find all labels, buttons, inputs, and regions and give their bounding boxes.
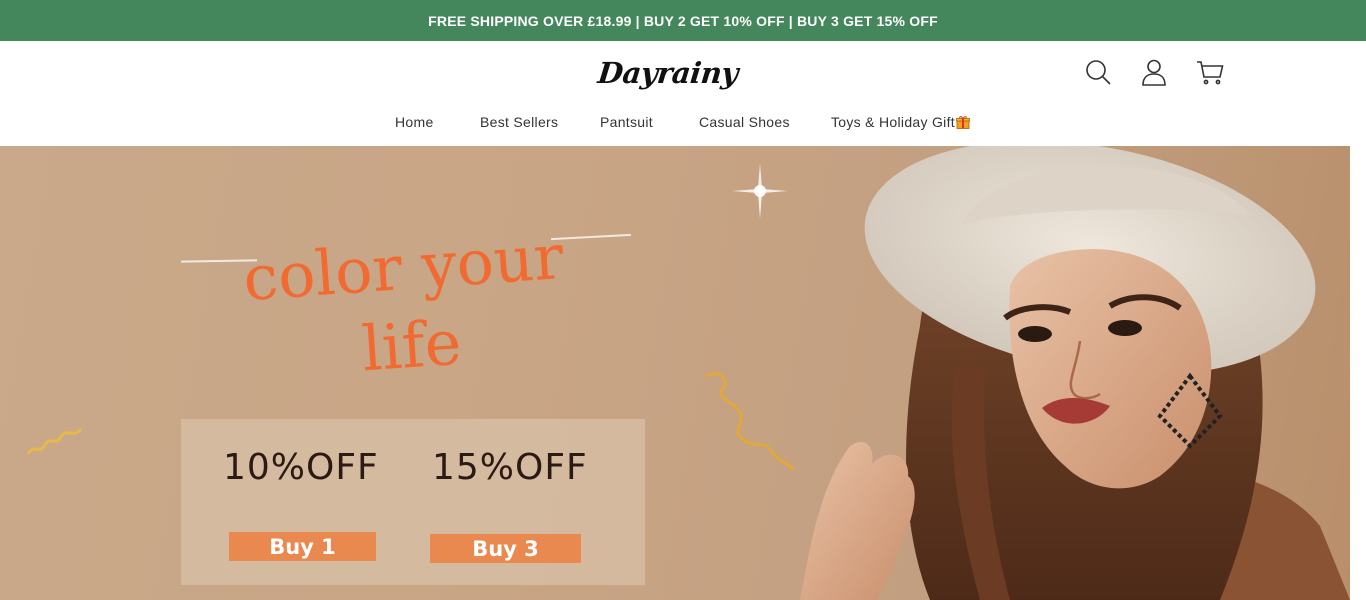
buy-3-button[interactable]: Buy 3 <box>430 534 581 563</box>
decorative-line-right <box>551 233 631 241</box>
offer-discount-1: 10%OFF <box>223 447 379 488</box>
hero-banner[interactable]: color your life 10%OFF 15%OFF Buy 1 Buy … <box>0 146 1350 600</box>
nav-item-casual-shoes[interactable]: Casual Shoes <box>699 114 790 130</box>
main-nav: Home Best Sellers Pantsuit Casual Shoes … <box>0 114 1366 134</box>
buy-1-button[interactable]: Buy 1 <box>229 532 376 561</box>
hero-headline-line1: color your <box>240 219 566 316</box>
site-header: Dayrainy Home Best Sellers Pantsuit Casu… <box>0 41 1366 146</box>
hero-headline-line2: life <box>359 305 464 386</box>
search-icon[interactable] <box>1084 58 1112 86</box>
nav-item-toys-holiday-gift[interactable]: Toys & Holiday Gift <box>831 114 970 130</box>
nav-item-toys-label: Toys & Holiday Gift <box>831 114 955 130</box>
model-photo <box>800 146 1350 600</box>
announcement-bar: FREE SHIPPING OVER £18.99 | BUY 2 GET 10… <box>0 0 1366 41</box>
announcement-text: FREE SHIPPING OVER £18.99 | BUY 2 GET 10… <box>428 12 938 29</box>
nav-item-home[interactable]: Home <box>395 114 434 130</box>
nav-item-pantsuit[interactable]: Pantsuit <box>600 114 653 130</box>
page-edge <box>1350 146 1366 600</box>
site-logo[interactable]: Dayrainy <box>596 53 770 93</box>
offer-discount-2: 15%OFF <box>432 447 588 488</box>
gift-icon <box>956 115 970 129</box>
account-icon[interactable] <box>1140 58 1168 86</box>
offer-panel: 10%OFF 15%OFF Buy 1 Buy 3 <box>181 419 645 585</box>
confetti-decoration <box>26 427 83 455</box>
cart-icon[interactable] <box>1196 58 1224 86</box>
nav-item-best-sellers[interactable]: Best Sellers <box>480 114 558 130</box>
